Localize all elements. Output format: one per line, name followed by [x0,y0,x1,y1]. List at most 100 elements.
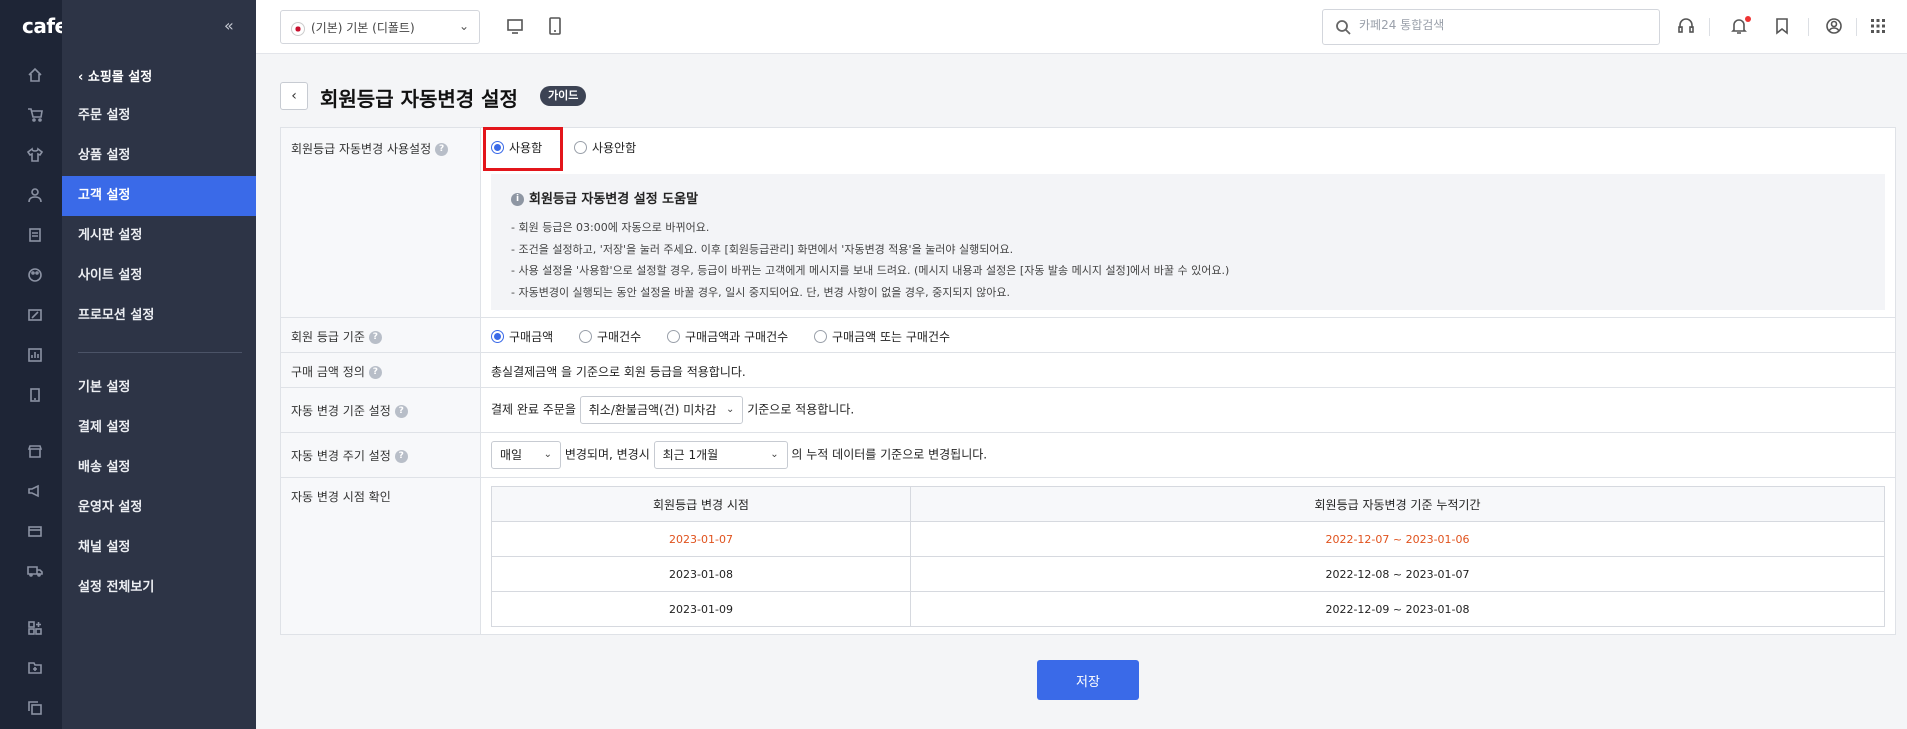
table-header-row: 회원등급 변경 시점 회원등급 자동변경 기준 누적기간 [491,486,1885,522]
folder-add-icon[interactable] [27,660,43,676]
amount-definition: 총실결제금액 을 기준으로 회원 등급을 적용합니다. [491,353,1885,387]
period-select[interactable]: 최근 1개월 ⌄ [653,441,788,469]
collapse-sidebar-icon[interactable]: « [224,16,234,35]
chart-icon[interactable] [27,347,43,363]
topbar-divider [1808,18,1809,36]
sidebar-item-order[interactable]: 주문 설정 [62,96,256,136]
app-grid-icon[interactable] [1868,16,1888,36]
radio-amount-and-count[interactable]: 구매금액과 구매건수 [667,328,788,345]
help-icon[interactable]: ? [368,331,382,344]
amount-definition-text: 총실결제금액 을 기준으로 회원 등급을 적용합니다. [491,365,746,379]
schedule-table: 회원등급 변경 시점 회원등급 자동변경 기준 누적기간 2023-01-07 … [491,486,1885,627]
truck-icon[interactable] [27,563,43,579]
topbar-divider [1709,18,1710,36]
radio-amount-or-count[interactable]: 구매금액 또는 구매건수 [814,328,950,345]
radio-dot[interactable] [573,141,587,154]
notification-dot [1745,16,1751,22]
help-icon[interactable]: ? [368,366,382,379]
sidebar-item-customer[interactable]: 고객 설정 [62,176,256,216]
store-icon[interactable] [27,443,43,459]
chevron-down-icon: ⌄ [543,449,552,460]
integrated-search[interactable] [1322,9,1660,45]
back-button[interactable]: ‹ [280,82,308,110]
auto-basis: 결제 완료 주문을 취소/환불금액(건) 미차감 ⌄ 기준으로 적용합니다. [491,388,1885,432]
refund-deduction-select[interactable]: 취소/환불금액(건) 미차감 ⌄ [579,396,744,424]
cart-icon[interactable] [27,107,43,123]
desktop-view-icon[interactable] [505,16,525,36]
cycle-select[interactable]: 매일 ⌄ [491,441,561,469]
radio-purchase-amount[interactable]: 구매금액 [491,328,553,345]
auto-basis-prefix: 결제 완료 주문을 [491,402,576,417]
radio-purchase-count[interactable]: 구매건수 [579,328,641,345]
grade-criteria-options: 구매금액 구매건수 구매금액과 구매건수 구매금액 또는 구매건수 [491,318,1885,352]
row-label: 자동 변경 시점 확인 [281,478,481,634]
shop-settings-back-link[interactable]: ‹ 쇼핑몰 설정 [78,66,152,85]
chevron-down-icon: ⌄ [725,404,735,415]
info-icon: i [511,193,524,206]
shop-icon[interactable] [27,523,43,539]
palette-icon[interactable] [27,267,43,283]
save-button[interactable]: 저장 [1037,660,1139,700]
home-icon[interactable] [27,67,43,83]
chevron-down-icon: ⌄ [770,449,779,460]
change-date-cell: 2023-01-08 [491,556,911,592]
row-label: 회원등급 자동변경 사용설정? [281,128,481,317]
column-header: 회원등급 변경 시점 [491,486,911,522]
apps-add-icon[interactable] [27,620,43,636]
row-label: 자동 변경 주기 설정? [281,433,481,477]
change-date-cell: 2023-01-09 [491,591,911,627]
radio-dot[interactable] [579,330,592,343]
copy-icon[interactable] [27,700,43,716]
sidebar-item-all[interactable]: 설정 전체보기 [62,568,256,608]
topbar-divider [1856,18,1857,36]
grade-criteria-row: 회원 등급 기준? 구매금액 구매건수 구매금액과 구매건수 구매금액 또는 구… [281,318,1895,353]
help-icon[interactable]: ? [394,450,408,463]
auto-cycle: 매일 ⌄ 변경되며, 변경시 최근 1개월 ⌄ 의 누적 데이터를 기준으로 변경됩… [491,433,1885,477]
table-row: 2023-01-09 2022-12-09 ~ 2023-01-08 [491,591,1885,627]
mobile-icon[interactable] [27,387,43,403]
search-icon [1335,19,1351,38]
change-date-cell: 2023-01-07 [491,521,911,557]
row-label: 구매 금액 정의? [281,353,481,387]
schedule: 회원등급 변경 시점 회원등급 자동변경 기준 누적기간 2023-01-07 … [481,478,1885,634]
user-icon[interactable] [27,187,43,203]
sidebar-item-operator[interactable]: 운영자 설정 [62,488,256,528]
page-title: 회원등급 자동변경 설정 [320,87,518,111]
sidebar-item-promotion[interactable]: 프로모션 설정 [62,296,256,336]
help-line: - 조건을 설정하고, '저장'을 눌러 주세요. 이후 [회원등급관리] 화면… [511,242,1014,256]
account-icon[interactable] [1824,16,1844,36]
auto-basis-row: 자동 변경 기준 설정? 결제 완료 주문을 취소/환불금액(건) 미차감 ⌄ 기… [281,388,1895,433]
help-icon[interactable]: ? [435,143,449,156]
sidebar-item-channel[interactable]: 채널 설정 [62,528,256,568]
settings-form: 회원등급 자동변경 사용설정? 사용함 사용안함 i 회원등급 자동변경 설정 도… [280,127,1896,635]
schedule-row: 자동 변경 시점 확인 회원등급 변경 시점 회원등급 자동변경 기준 누적기간… [281,478,1895,634]
help-icon[interactable]: ? [394,405,408,418]
radio-dot[interactable] [814,330,828,343]
period-cell: 2022-12-07 ~ 2023-01-06 [910,521,1885,557]
shirt-icon[interactable] [26,147,44,163]
sidebar-item-site[interactable]: 사이트 설정 [62,256,256,296]
board-icon[interactable] [27,227,43,243]
row-label: 자동 변경 기준 설정? [281,388,481,432]
radio-not-use[interactable]: 사용안함 [573,139,636,156]
bookmark-icon[interactable] [1772,16,1792,36]
sidebar-item-product[interactable]: 상품 설정 [62,136,256,176]
sidebar-item-payment[interactable]: 결제 설정 [62,408,256,448]
help-line: - 사용 설정을 '사용함'으로 설정할 경우, 등급이 바뀌는 고객에게 메시… [511,264,1230,277]
guide-badge[interactable]: 가이드 [540,86,587,106]
radio-dot[interactable] [491,330,504,343]
sidebar-item-basic[interactable]: 기본 설정 [62,368,256,408]
shop-language-select[interactable]: (기본) 기본 (디폴트) ⌄ [280,10,480,44]
sidebar-item-board[interactable]: 게시판 설정 [62,216,256,256]
megaphone-icon[interactable] [27,483,43,499]
radio-dot[interactable] [667,330,680,343]
headset-icon[interactable] [1676,16,1696,36]
chevron-down-icon: ⌄ [458,19,469,33]
promotion-icon[interactable] [27,307,43,323]
search-input[interactable] [1359,18,1649,32]
sidebar-item-shipping[interactable]: 배송 설정 [62,448,256,488]
auto-cycle-mid: 변경되며, 변경시 [564,447,650,462]
amount-definition-row: 구매 금액 정의? 총실결제금액 을 기준으로 회원 등급을 적용합니다. [281,353,1895,388]
auto-basis-suffix: 기준으로 적용합니다. [747,402,855,417]
mobile-view-icon[interactable] [545,16,565,36]
